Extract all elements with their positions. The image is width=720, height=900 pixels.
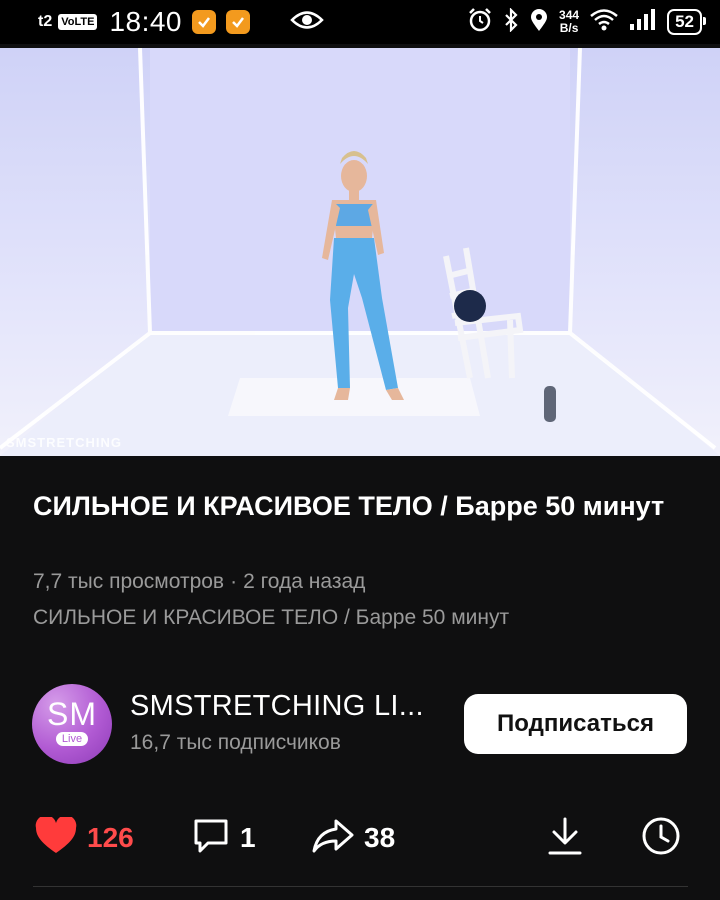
location-icon (529, 8, 549, 37)
net-speed-unit: B/s (559, 21, 579, 35)
video-description[interactable]: СИЛЬНОЕ И КРАСИВОЕ ТЕЛО / Барре 50 минут (33, 606, 509, 630)
comment-icon (192, 817, 230, 860)
avatar-text: SM (47, 696, 97, 732)
bluetooth-icon (503, 6, 519, 37)
alarm-icon (467, 7, 493, 38)
share-icon (312, 818, 354, 859)
view-count: 7,7 тыс просмотров (33, 570, 225, 593)
signal-icon (629, 8, 657, 36)
heart-icon (35, 814, 77, 860)
watch-later-button[interactable] (640, 814, 682, 862)
download-button[interactable] (546, 814, 584, 862)
like-count: 126 (87, 822, 134, 853)
eye-icon (290, 9, 324, 36)
share-button[interactable]: 38 (312, 814, 395, 862)
status-bar: t2 VoLTE 18:40 344 B/s 52 (0, 0, 720, 44)
comment-count: 1 (240, 822, 256, 853)
video-title: СИЛЬНОЕ И КРАСИВОЕ ТЕЛО / Барре 50 минут (33, 491, 665, 521)
video-meta: 7,7 тыс просмотров · 2 года назад (33, 570, 365, 594)
subscriber-count: 16,7 тыс подписчиков (130, 731, 341, 754)
network-speed: 344 B/s (559, 9, 579, 35)
wifi-icon (589, 8, 619, 37)
comments-button[interactable]: 1 (192, 814, 256, 862)
carrier-label: t2 (38, 13, 53, 30)
battery-icon: 52 (667, 9, 706, 35)
divider (33, 886, 688, 887)
status-time: 18:40 (109, 6, 183, 37)
channel-name[interactable]: SMSTRETCHING LI... (130, 690, 424, 723)
video-player[interactable]: SMSTRETCHING (0, 48, 720, 456)
app-badge-icon (226, 10, 251, 34)
volte-badge: VoLTE (58, 14, 98, 30)
battery-level: 52 (675, 12, 694, 31)
meta-separator: · (230, 570, 238, 593)
video-watermark: SMSTRETCHING (6, 435, 122, 450)
avatar-live-badge: Live (55, 732, 89, 746)
subscribe-button[interactable]: Подписаться (464, 694, 687, 754)
channel-avatar[interactable]: SM Live (32, 684, 112, 764)
like-button[interactable]: 126 (35, 814, 134, 862)
clock-icon (640, 815, 682, 862)
upload-age: 2 года назад (243, 570, 366, 593)
app-badge-icon (192, 10, 217, 34)
download-icon (546, 816, 584, 861)
video-frame (0, 48, 720, 456)
share-count: 38 (364, 822, 396, 853)
